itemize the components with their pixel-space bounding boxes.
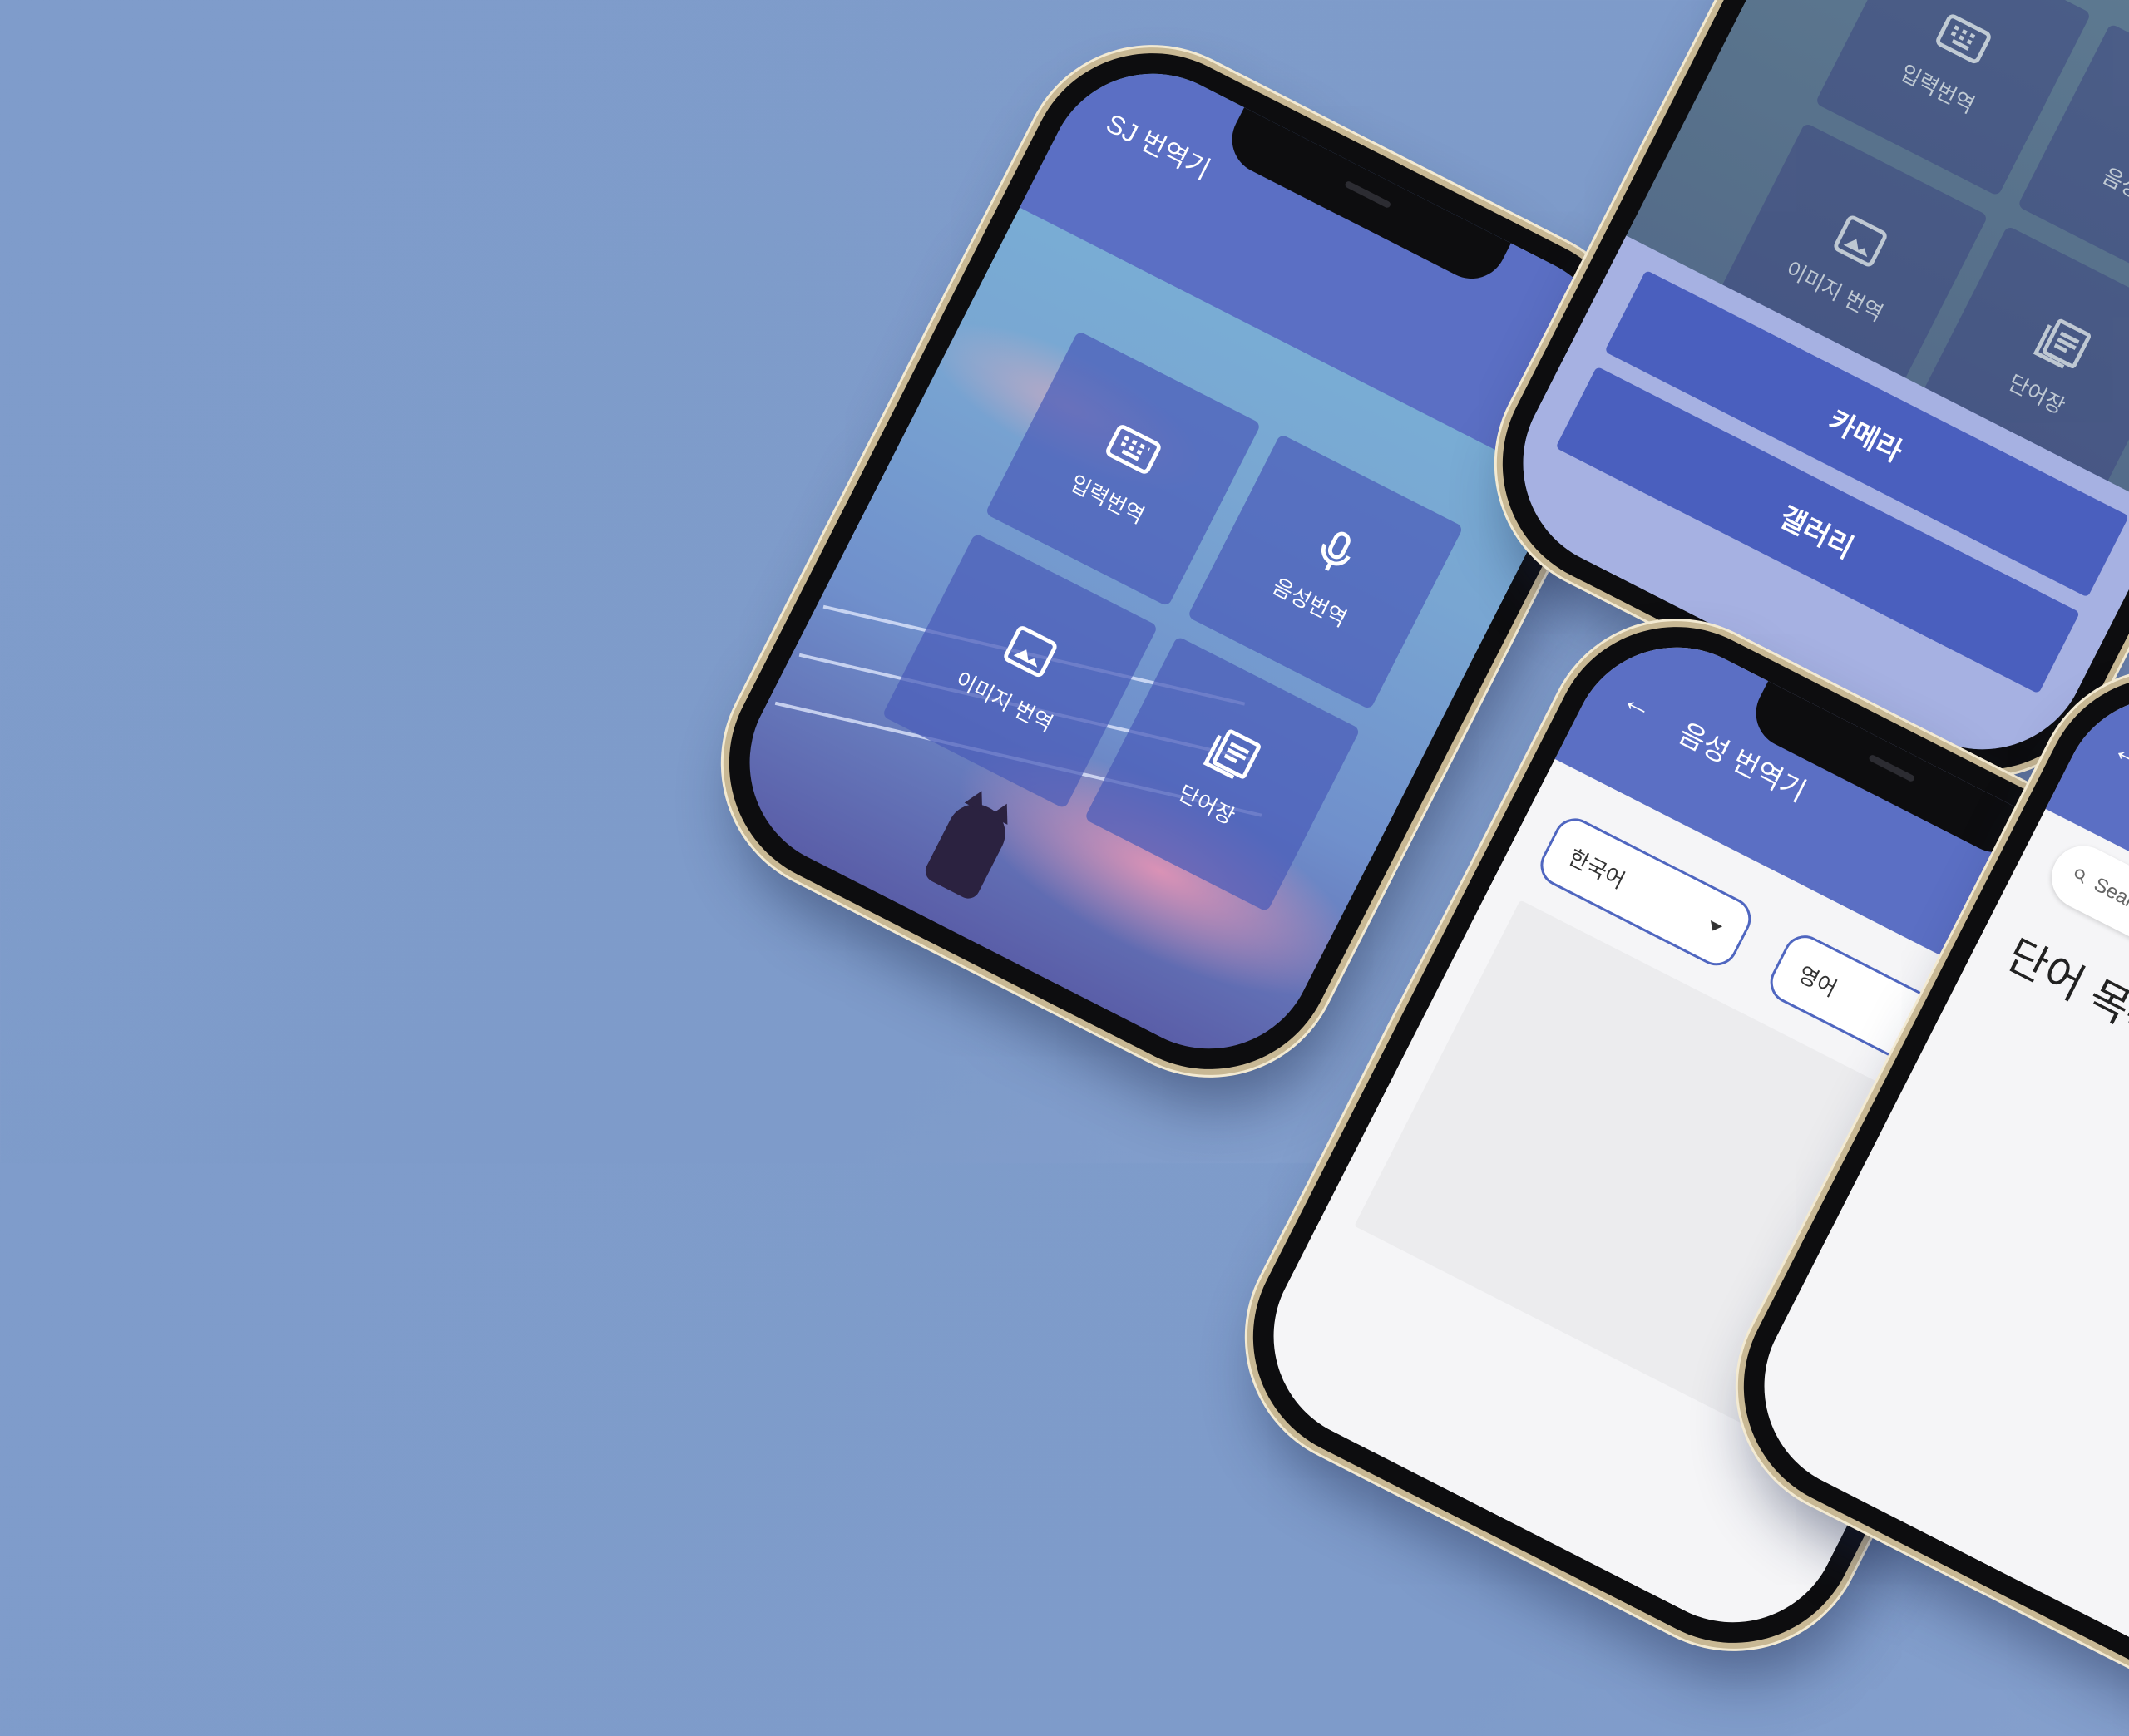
- keyboard-icon: [1105, 424, 1161, 474]
- app-title: SJ 번역기: [1101, 107, 1215, 185]
- target-language-value: 영어: [1794, 960, 1841, 1002]
- keyboard-icon: [1935, 14, 1991, 63]
- microphone-icon: [1321, 531, 1351, 571]
- cat-silhouette: [921, 794, 1015, 903]
- source-language-value: 한국어: [1564, 843, 1629, 894]
- notes-icon: [2033, 318, 2091, 369]
- image-icon: [1003, 625, 1057, 677]
- back-arrow-icon[interactable]: ←: [1616, 681, 1660, 727]
- back-arrow-icon[interactable]: ←: [2107, 731, 2129, 777]
- image-icon: [1833, 215, 1887, 267]
- notes-icon: [1203, 729, 1261, 779]
- menu-label: 단어장: [2004, 369, 2069, 419]
- menu-label: 단어장: [1174, 780, 1239, 830]
- search-icon: [2074, 869, 2085, 884]
- menu-label: 음성번역: [2098, 162, 2129, 222]
- caret-down-icon: [1707, 920, 1723, 935]
- search-placeholder: Search: [2090, 873, 2129, 922]
